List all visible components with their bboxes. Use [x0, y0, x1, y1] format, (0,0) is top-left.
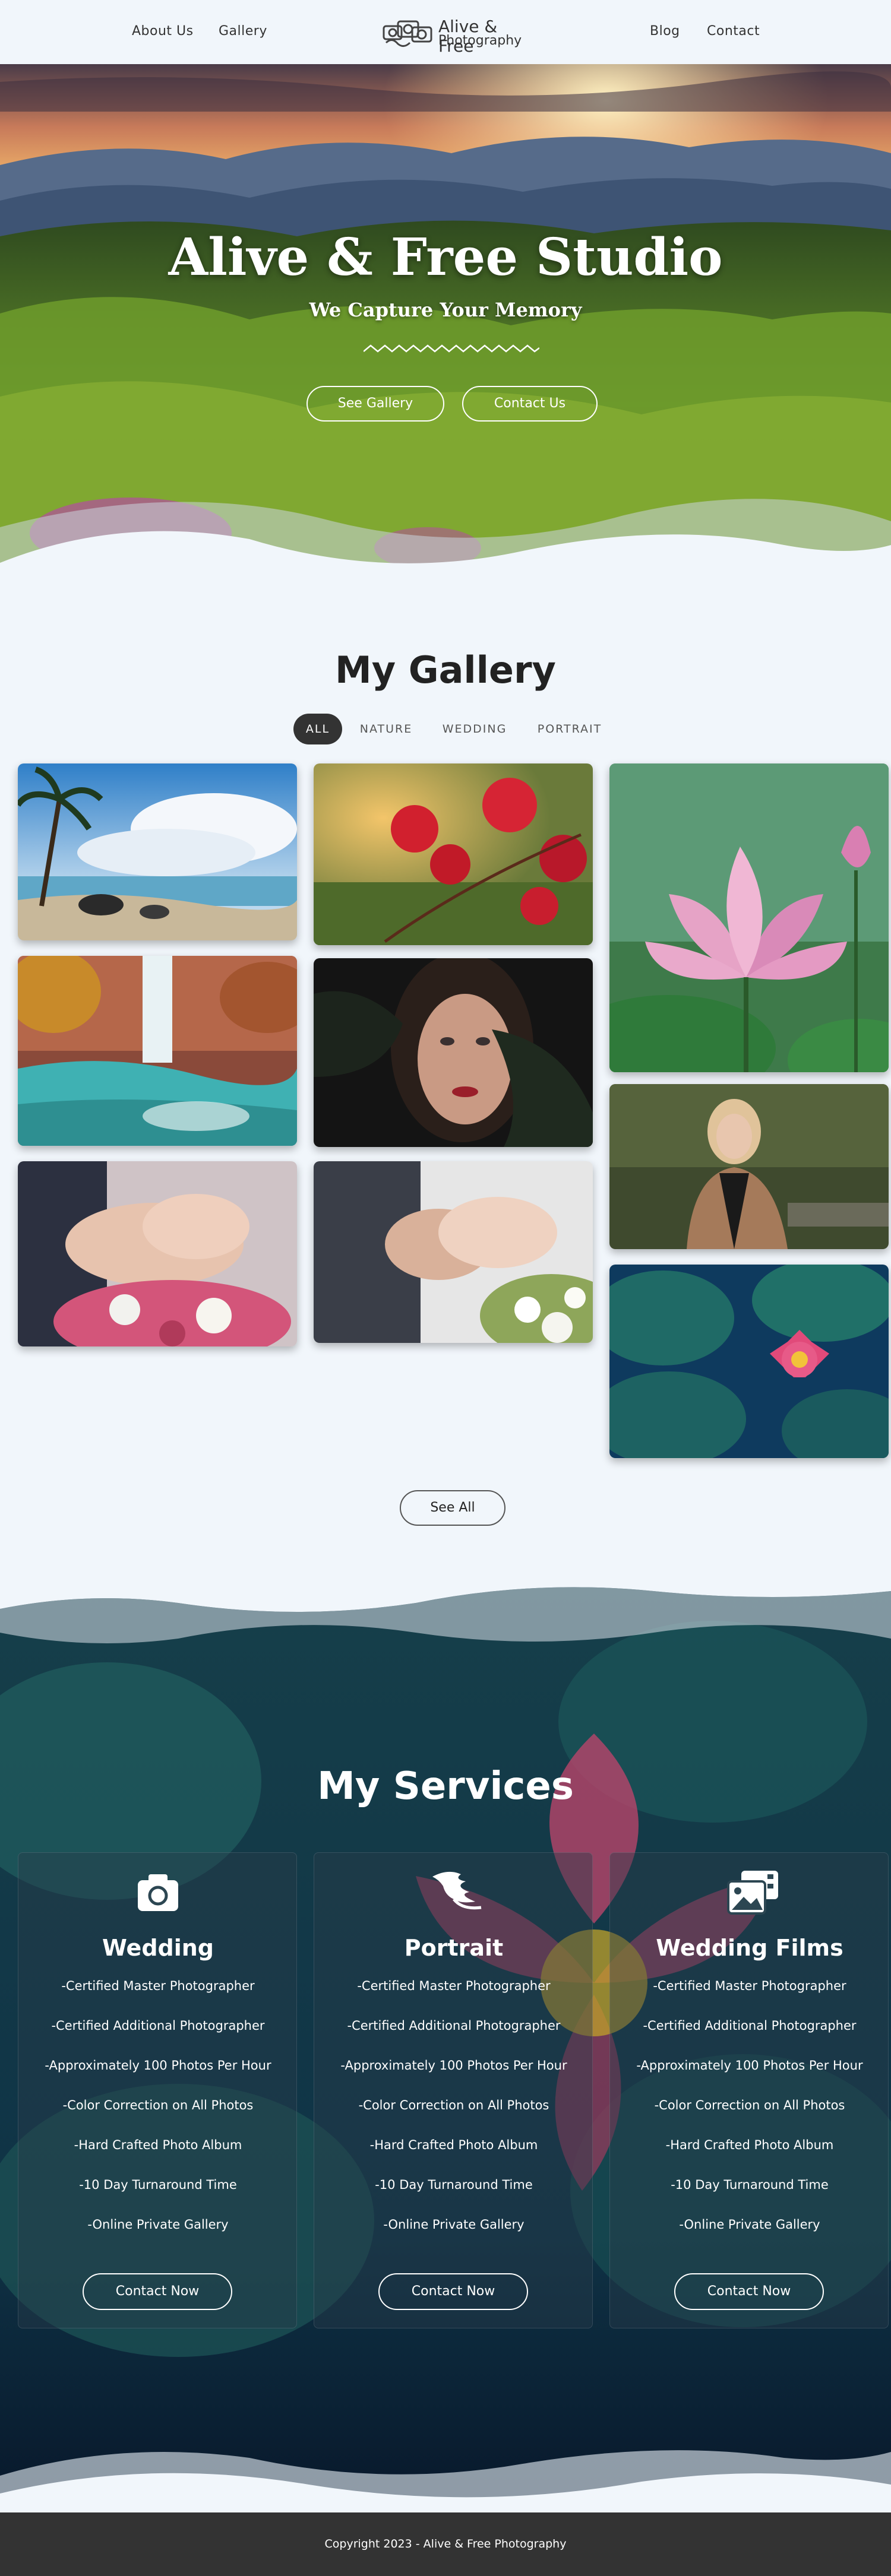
feature-item: -Certified Master Photographer [61, 1979, 255, 1993]
contact-now-button[interactable]: Contact Now [674, 2273, 824, 2310]
contact-now-button[interactable]: Contact Now [83, 2273, 232, 2310]
filter-nature[interactable]: NATURE [355, 714, 417, 744]
service-card-title: Wedding Films [656, 1935, 843, 1961]
service-card-title: Wedding [102, 1935, 214, 1961]
copyright-text: Copyright 2023 - Alive & Free Photograph… [324, 2537, 567, 2550]
feature-item: -Approximately 100 Photos Per Hour [45, 2058, 271, 2073]
hero-landscape-image [0, 64, 891, 587]
service-card-wedding-films: Wedding Films -Certified Master Photogra… [609, 1852, 889, 2328]
gallery-item-ring-exchange[interactable] [314, 1161, 593, 1343]
feature-item: -10 Day Turnaround Time [79, 2178, 237, 2192]
filter-wedding[interactable]: WEDDING [438, 714, 511, 744]
nav-link-gallery[interactable]: Gallery [219, 24, 267, 39]
service-feature-list: -Certified Master Photographer -Certifie… [610, 1979, 889, 2257]
filter-portrait[interactable]: PORTRAIT [531, 714, 608, 744]
feature-item: -Online Private Gallery [87, 2217, 229, 2232]
logo-subtitle: Photography [438, 33, 522, 48]
feature-item: -Online Private Gallery [679, 2217, 820, 2232]
service-card-title: Portrait [404, 1935, 504, 1961]
feature-item: -Hard Crafted Photo Album [369, 2138, 538, 2152]
see-all-button[interactable]: See All [400, 1490, 505, 1526]
contact-us-button[interactable]: Contact Us [462, 386, 598, 422]
service-card-portrait: Portrait -Certified Master Photographer … [314, 1852, 593, 2328]
site-logo[interactable]: Alive & Free Photography [380, 13, 535, 56]
top-navigation: About Us Gallery Alive & Free Photograph… [0, 0, 891, 64]
nav-link-contact[interactable]: Contact [707, 24, 760, 39]
feature-item: -Online Private Gallery [383, 2217, 525, 2232]
feature-item: -10 Day Turnaround Time [375, 2178, 533, 2192]
feature-item: -Approximately 100 Photos Per Hour [636, 2058, 863, 2073]
gallery-item-beach[interactable] [18, 763, 297, 940]
gallery-item-wedding-hands[interactable] [18, 1161, 297, 1346]
gallery-item-lotus[interactable] [609, 763, 889, 1072]
hero-section: Alive & Free Studio We Capture Your Memo… [0, 64, 891, 587]
feature-item: -10 Day Turnaround Time [671, 2178, 829, 2192]
nav-link-about-us[interactable]: About Us [132, 24, 194, 39]
feature-item: -Color Correction on All Photos [654, 2098, 845, 2112]
services-title: My Services [317, 1764, 574, 1808]
contact-now-button[interactable]: Contact Now [378, 2273, 528, 2310]
gallery-item-woman-coat[interactable] [609, 1084, 889, 1249]
feature-item: -Hard Crafted Photo Album [74, 2138, 242, 2152]
camera-icon [138, 1874, 178, 1911]
feature-item: -Hard Crafted Photo Album [665, 2138, 834, 2152]
feature-item: -Certified Master Photographer [357, 1979, 551, 1993]
feather-hand-icon [432, 1871, 482, 1910]
filter-all[interactable]: ALL [293, 714, 342, 744]
feature-item: -Certified Additional Photographer [643, 2019, 857, 2033]
service-feature-list: -Certified Master Photographer -Certifie… [18, 1979, 298, 2257]
gallery-item-red-flowers[interactable] [314, 763, 593, 945]
zigzag-divider-icon [364, 344, 539, 353]
services-section: My Services Wedding -Certified Master Ph… [0, 1567, 891, 2514]
feature-item: -Approximately 100 Photos Per Hour [340, 2058, 567, 2073]
see-gallery-button[interactable]: See Gallery [307, 386, 444, 422]
feature-item: -Color Correction on All Photos [62, 2098, 254, 2112]
feature-item: -Certified Master Photographer [653, 1979, 846, 1993]
feature-item: -Certified Additional Photographer [347, 2019, 561, 2033]
nav-link-blog[interactable]: Blog [650, 24, 680, 39]
camera-logo-icon [383, 20, 432, 47]
service-feature-list: -Certified Master Photographer -Certifie… [314, 1979, 593, 2257]
service-card-wedding: Wedding -Certified Master Photographer -… [18, 1852, 297, 2328]
gallery-item-water-lily[interactable] [609, 1265, 889, 1458]
footer: Copyright 2023 - Alive & Free Photograph… [0, 2512, 891, 2576]
hero-title: Alive & Free Studio [168, 227, 723, 287]
hero-subtitle: We Capture Your Memory [309, 299, 582, 321]
gallery-item-portrait-woman[interactable] [314, 958, 593, 1147]
gallery-item-waterfall[interactable] [18, 956, 297, 1146]
photo-film-icon [727, 1871, 778, 1915]
gallery-title: My Gallery [335, 648, 556, 692]
feature-item: -Certified Additional Photographer [51, 2019, 265, 2033]
feature-item: -Color Correction on All Photos [358, 2098, 549, 2112]
